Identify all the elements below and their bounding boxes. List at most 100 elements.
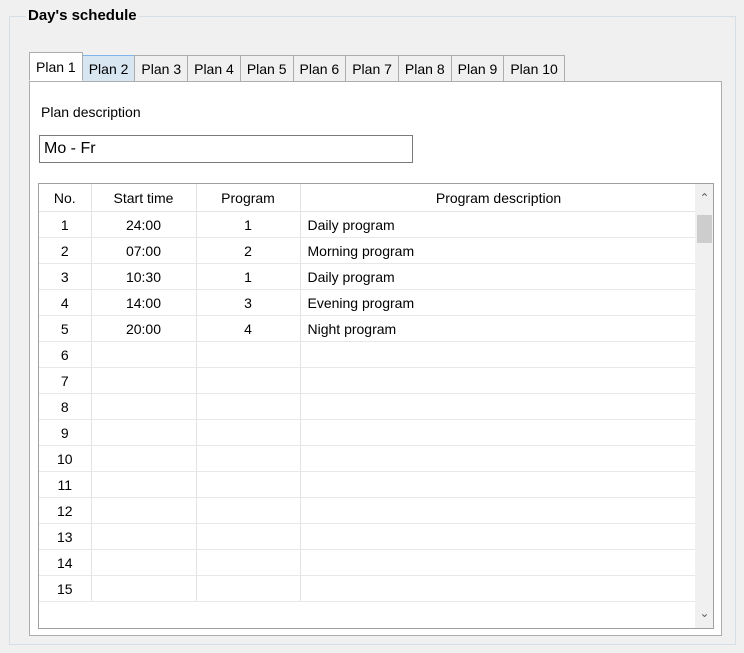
table-row[interactable]: 6 [39,341,698,368]
cell-program[interactable]: 4 [196,315,301,342]
tab-plan-2[interactable]: Plan 2 [81,55,136,81]
cell-no[interactable]: 15 [39,575,92,602]
cell-program[interactable]: 1 [196,263,301,290]
cell-no[interactable]: 5 [39,315,92,342]
cell-start-time[interactable] [91,445,197,472]
cell-no[interactable]: 7 [39,367,92,394]
table-row[interactable]: 3 10:30 1 Daily program [39,263,698,290]
table-row[interactable]: 13 [39,523,698,550]
table-row[interactable]: 10 [39,445,698,472]
cell-start-time[interactable] [91,341,197,368]
cell-start-time[interactable] [91,549,197,576]
cell-program-description[interactable] [300,367,698,394]
table-row[interactable]: 4 14:00 3 Evening program [39,289,698,316]
tab-plan-1[interactable]: Plan 1 [29,52,83,81]
cell-start-time[interactable]: 14:00 [91,289,197,316]
cell-no[interactable]: 13 [39,523,92,550]
cell-program-description[interactable] [300,523,698,550]
cell-program[interactable] [196,523,301,550]
vertical-scrollbar[interactable]: ⌃ ⌄ [695,184,713,628]
tab-plan-3[interactable]: Plan 3 [134,55,189,81]
cell-program-description[interactable] [300,549,698,576]
cell-program-description[interactable]: Daily program [300,211,698,238]
cell-program[interactable]: 3 [196,289,301,316]
cell-no[interactable]: 3 [39,263,92,290]
cell-no[interactable]: 12 [39,497,92,524]
plan-description-label: Plan description [41,104,141,120]
cell-start-time[interactable] [91,497,197,524]
cell-start-time[interactable]: 20:00 [91,315,197,342]
cell-program[interactable] [196,419,301,446]
cell-program-description[interactable]: Evening program [300,289,698,316]
schedule-grid: No. Start time Program Program descripti… [38,183,714,629]
cell-program[interactable]: 1 [196,211,301,238]
cell-no[interactable]: 10 [39,445,92,472]
group-title: Day's schedule [26,7,139,24]
table-row[interactable]: 8 [39,393,698,420]
cell-program-description[interactable] [300,341,698,368]
table-row[interactable]: 1 24:00 1 Daily program [39,211,698,238]
tab-plan-7[interactable]: Plan 7 [345,55,399,81]
cell-program[interactable] [196,445,301,472]
cell-program-description[interactable] [300,497,698,524]
cell-program[interactable] [196,367,301,394]
plan-tabs: Plan 1 Plan 2 Plan 3 Plan 4 Plan 5 Plan 6 Plan… [29,52,565,81]
cell-program[interactable] [196,497,301,524]
table-header-row: No. Start time Program Program descripti… [39,184,698,212]
tab-plan-10[interactable]: Plan 10 [503,55,565,81]
cell-start-time[interactable] [91,367,197,394]
cell-start-time[interactable] [91,393,197,420]
cell-start-time[interactable]: 10:30 [91,263,197,290]
table-row[interactable]: 15 [39,575,698,602]
cell-program-description[interactable] [300,419,698,446]
cell-start-time[interactable] [91,471,197,498]
chevron-down-icon[interactable]: ⌄ [696,605,713,622]
cell-program-description[interactable] [300,393,698,420]
tab-plan-8[interactable]: Plan 8 [397,55,452,81]
cell-no[interactable]: 14 [39,549,92,576]
cell-program[interactable]: 2 [196,237,301,264]
cell-program-description[interactable] [300,575,698,602]
plan-description-input[interactable] [39,135,413,163]
cell-program-description[interactable]: Daily program [300,263,698,290]
cell-start-time[interactable] [91,523,197,550]
cell-no[interactable]: 9 [39,419,92,446]
cell-no[interactable]: 11 [39,471,92,498]
cell-start-time[interactable]: 24:00 [91,211,197,238]
cell-program-description[interactable]: Night program [300,315,698,342]
table-row[interactable]: 7 [39,367,698,394]
table-row[interactable]: 12 [39,497,698,524]
cell-program[interactable] [196,575,301,602]
chevron-up-icon[interactable]: ⌃ [696,190,713,207]
tab-plan-9[interactable]: Plan 9 [450,55,505,81]
cell-start-time[interactable] [91,419,197,446]
column-header-program[interactable]: Program [196,184,301,212]
tab-plan-5[interactable]: Plan 5 [239,55,294,81]
cell-program-description[interactable] [300,471,698,498]
tab-plan-4[interactable]: Plan 4 [187,55,241,81]
column-header-start-time[interactable]: Start time [91,184,197,212]
cell-program[interactable] [196,549,301,576]
cell-start-time[interactable]: 07:00 [91,237,197,264]
table-row[interactable]: 11 [39,471,698,498]
column-header-program-description[interactable]: Program description [300,184,698,212]
cell-no[interactable]: 4 [39,289,92,316]
cell-program[interactable] [196,341,301,368]
table-row[interactable]: 2 07:00 2 Morning program [39,237,698,264]
column-header-no[interactable]: No. [39,184,92,212]
scrollbar-thumb[interactable] [697,215,712,243]
cell-no[interactable]: 6 [39,341,92,368]
cell-program-description[interactable]: Morning program [300,237,698,264]
cell-start-time[interactable] [91,575,197,602]
cell-no[interactable]: 8 [39,393,92,420]
table-row[interactable]: 5 20:00 4 Night program [39,315,698,342]
cell-program-description[interactable] [300,445,698,472]
tab-plan-6[interactable]: Plan 6 [292,55,347,81]
plan-panel: Plan description No. Start time Program … [29,81,722,636]
table-row[interactable]: 14 [39,549,698,576]
cell-program[interactable] [196,393,301,420]
cell-no[interactable]: 2 [39,237,92,264]
table-row[interactable]: 9 [39,419,698,446]
cell-no[interactable]: 1 [39,211,92,238]
cell-program[interactable] [196,471,301,498]
